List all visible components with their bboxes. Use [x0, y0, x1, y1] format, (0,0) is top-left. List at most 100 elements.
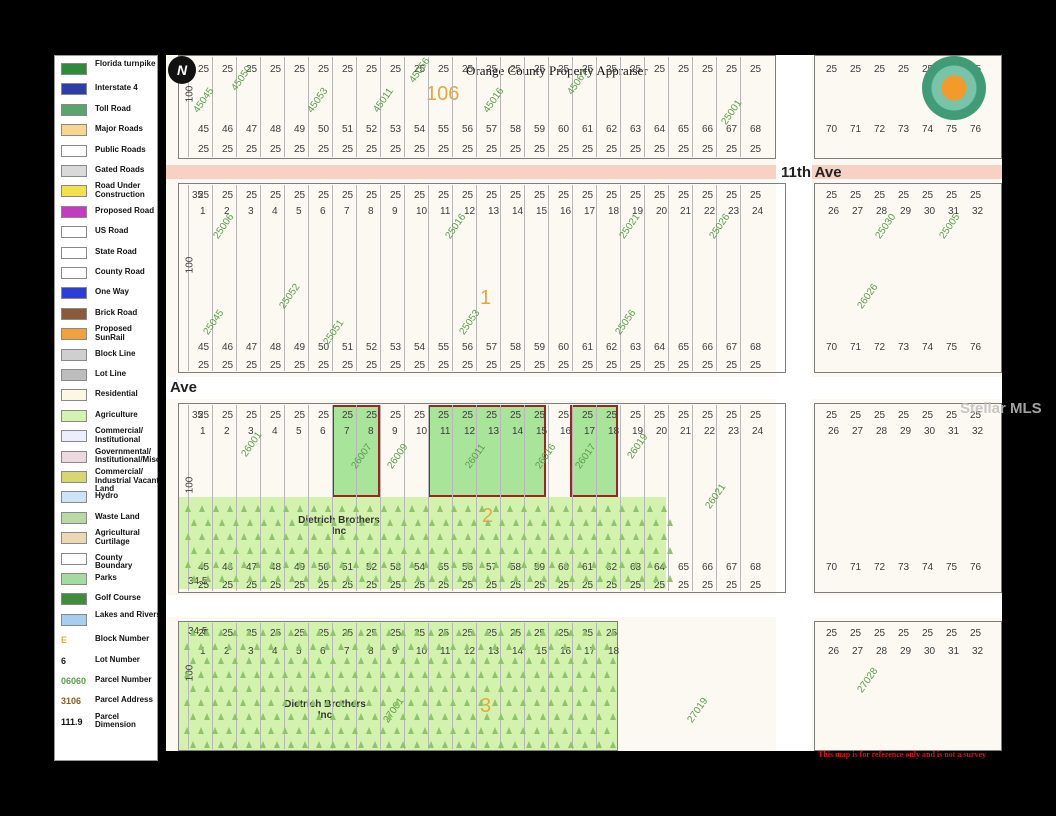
lot-dimension: 25	[510, 64, 522, 75]
tree-icon	[582, 685, 588, 692]
tree-icon	[540, 741, 546, 748]
tree-icon	[576, 505, 583, 512]
tree-icon	[456, 629, 462, 636]
tree-icon	[226, 561, 233, 568]
legend-item: Agriculture	[59, 407, 159, 425]
lot-dimension: 25	[558, 64, 570, 75]
lot-dimension: 25	[750, 190, 762, 201]
lot-dimension: 25	[726, 580, 738, 591]
tree-icon	[282, 643, 288, 650]
lot-dimension: 25	[510, 190, 522, 201]
tree-icon	[268, 727, 274, 734]
lot-dimension: 25	[678, 580, 690, 591]
legend-item: Parks	[59, 570, 159, 588]
tree-icon	[540, 547, 547, 554]
lot-line	[716, 185, 717, 371]
tree-icon	[526, 575, 533, 582]
legend-swatch	[61, 63, 87, 75]
lot-dimension: 25	[414, 360, 426, 371]
lot-dimension: 25	[270, 64, 282, 75]
tree-icon	[498, 741, 504, 748]
block-number-1: 1	[480, 287, 492, 309]
tree-icon	[408, 505, 415, 512]
lot-number: 67	[726, 562, 738, 573]
tree-icon	[492, 561, 499, 568]
lot-dimension: 25	[342, 580, 354, 591]
legend-label: Lot Line	[95, 369, 127, 378]
tree-icon	[498, 547, 505, 554]
tree-icon	[526, 741, 532, 748]
lot-dimension: 25	[462, 190, 474, 201]
tree-icon	[380, 505, 387, 512]
lot-number: 16	[560, 206, 572, 217]
lot-dimension: 25	[534, 64, 546, 75]
lot-number: 32	[972, 426, 984, 437]
tree-icon	[288, 685, 294, 692]
tree-icon	[610, 685, 616, 692]
tree-icon	[442, 741, 448, 748]
lot-number: 27	[852, 206, 864, 217]
lot-number: 1	[200, 206, 206, 217]
tree-icon	[204, 575, 211, 582]
tree-icon	[554, 547, 561, 554]
parcel-map[interactable]: 106 1 2 3 11th Ave Ave Dietrich Brothers…	[166, 55, 1002, 751]
tree-icon	[470, 629, 476, 636]
legend-swatch	[61, 287, 87, 300]
lot-dimension: 25	[246, 144, 258, 155]
tree-icon	[296, 643, 302, 650]
legend-label: Residential	[95, 389, 138, 399]
tree-icon	[198, 533, 205, 540]
lot-dimension: 25	[294, 144, 306, 155]
lot-dimension: 25	[414, 410, 426, 421]
lot-number: 75	[946, 342, 958, 353]
tree-icon	[302, 741, 308, 748]
lot-line	[332, 405, 333, 591]
tree-icon	[582, 575, 589, 582]
lot-dimension: 35	[192, 190, 204, 201]
lot-dimension: 25	[654, 144, 666, 155]
tree-icon	[380, 561, 387, 568]
tree-icon	[506, 533, 513, 540]
tree-icon	[582, 547, 589, 554]
tree-icon	[512, 519, 519, 526]
tree-icon	[408, 671, 414, 678]
legend-swatch	[61, 83, 87, 96]
legend-item: Golf Course	[59, 590, 159, 608]
legend-item: Waste Land	[59, 509, 159, 527]
tree-icon	[190, 629, 196, 636]
lot-number: 21	[680, 206, 692, 217]
lot-line	[596, 57, 597, 157]
tree-icon	[666, 575, 673, 582]
tree-icon	[540, 657, 546, 664]
tree-icon	[302, 713, 308, 720]
tree-icon	[554, 713, 560, 720]
tree-icon	[450, 727, 456, 734]
tree-icon	[366, 671, 372, 678]
lot-dimension: 35	[192, 410, 204, 421]
tree-icon	[344, 547, 351, 554]
lot-dimension: 25	[922, 190, 934, 201]
lot-line	[308, 185, 309, 371]
lot-number: 72	[874, 342, 886, 353]
legend-swatch	[61, 307, 87, 320]
lot-number: 68	[750, 562, 762, 573]
tree-icon	[254, 671, 260, 678]
tree-icon	[358, 575, 365, 582]
tree-icon	[366, 643, 372, 650]
tree-icon	[540, 685, 546, 692]
lot-number: 6	[320, 206, 326, 217]
lot-line	[236, 57, 237, 157]
lot-dimension: 25	[222, 144, 234, 155]
tree-icon	[596, 741, 602, 748]
tree-icon	[232, 685, 238, 692]
tree-icon	[184, 699, 190, 706]
tree-icon	[596, 629, 602, 636]
tree-icon	[218, 629, 224, 636]
lot-dimension: 25	[438, 410, 450, 421]
tree-icon	[260, 657, 266, 664]
lot-number: 68	[750, 124, 762, 135]
tree-icon	[428, 657, 434, 664]
tree-icon	[386, 741, 392, 748]
tree-icon	[184, 505, 191, 512]
tree-icon	[218, 685, 224, 692]
